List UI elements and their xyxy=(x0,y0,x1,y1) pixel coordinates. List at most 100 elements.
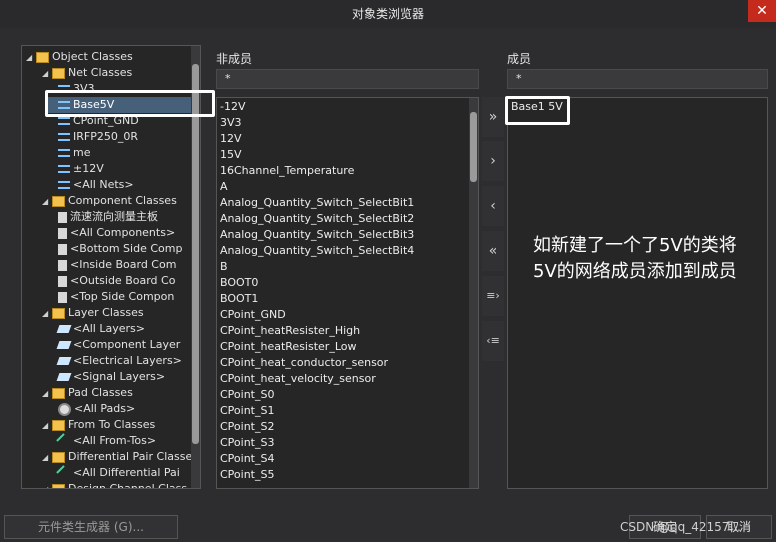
add-button[interactable]: › xyxy=(482,141,504,181)
non-member-item[interactable]: BOOT0 xyxy=(217,275,467,291)
remove-selected-button[interactable]: ‹≡ xyxy=(482,321,504,361)
non-member-item[interactable]: 15V xyxy=(217,147,467,163)
non-member-item[interactable]: Analog_Quantity_Switch_SelectBit4 xyxy=(217,243,467,259)
folder-icon xyxy=(52,387,65,399)
tree-scrollbar-thumb[interactable] xyxy=(192,64,199,444)
tree-item[interactable]: <Signal Layers> xyxy=(56,369,165,385)
folder-icon xyxy=(52,451,65,463)
tree-item[interactable]: ◢ Pad Classes xyxy=(42,385,133,401)
tree-item[interactable]: <All From-Tos> xyxy=(56,433,156,449)
tree-item[interactable]: ◢ From To Classes xyxy=(42,417,155,433)
layer-icon xyxy=(56,325,72,333)
non-member-item[interactable]: CPoint_S5 xyxy=(217,467,467,483)
tree-item[interactable]: ◢ Layer Classes xyxy=(42,305,144,321)
tree-item-label: Design Channel Class xyxy=(68,482,188,489)
expand-arrow-icon[interactable]: ◢ xyxy=(42,450,52,466)
members-list[interactable]: Base1 5V xyxy=(507,97,768,489)
non-members-scrollbar-thumb[interactable] xyxy=(470,112,477,182)
non-member-item[interactable]: Analog_Quantity_Switch_SelectBit1 xyxy=(217,195,467,211)
tree-item[interactable]: <All Pads> xyxy=(58,401,135,417)
non-members-list[interactable]: -12V 3V3 12V 15V 16Channel_Temperature A Analo… xyxy=(216,97,479,489)
non-member-item[interactable]: B xyxy=(217,259,467,275)
tree-item-label: <Bottom Side Comp xyxy=(70,242,183,255)
non-member-item[interactable]: BOOT1 xyxy=(217,291,467,307)
class-generator-button[interactable]: 元件类生成器 (G)... xyxy=(4,515,178,539)
tree-item[interactable]: me xyxy=(58,145,90,161)
tree-item-label: <All Layers> xyxy=(73,322,145,335)
watermark: CSDN @qq_42157... xyxy=(620,520,741,534)
non-member-item[interactable]: CPoint_S1 xyxy=(217,403,467,419)
expand-arrow-icon[interactable]: ◢ xyxy=(42,482,52,488)
tree-item[interactable]: 流速流向测量主板 xyxy=(58,209,158,225)
non-member-item[interactable]: Analog_Quantity_Switch_SelectBit2 xyxy=(217,211,467,227)
tree-item[interactable]: ◢ Net Classes xyxy=(42,65,132,81)
non-members-scrollbar[interactable] xyxy=(469,98,478,488)
non-member-item[interactable]: 3V3 xyxy=(217,115,467,131)
non-member-item[interactable]: Analog_Quantity_Switch_SelectBit3 xyxy=(217,227,467,243)
non-member-item[interactable]: CPoint_S2 xyxy=(217,419,467,435)
members-filter-input[interactable]: * xyxy=(507,69,768,89)
non-member-item[interactable]: -12V xyxy=(217,99,467,115)
tree-item-label: Pad Classes xyxy=(68,386,133,399)
non-member-item[interactable]: CPoint_heatResister_Low xyxy=(217,339,467,355)
non-member-item[interactable]: 16Channel_Temperature xyxy=(217,163,467,179)
tree-item-label: <Top Side Compon xyxy=(70,290,175,303)
tree-item[interactable]: IRFP250_0R xyxy=(58,129,138,145)
tree-item-label: 流速流向测量主板 xyxy=(70,210,158,223)
pad-icon xyxy=(58,402,71,416)
component-icon xyxy=(58,275,67,287)
tree-item[interactable]: <All Components> xyxy=(58,225,175,241)
from-to-icon xyxy=(56,433,72,449)
expand-arrow-icon[interactable]: ◢ xyxy=(42,418,52,434)
non-member-item[interactable]: CPoint_GND xyxy=(217,307,467,323)
non-member-item[interactable]: 12V xyxy=(217,131,467,147)
tree-item[interactable]: <All Differential Pai xyxy=(56,465,180,481)
non-member-item[interactable]: CPoint_S3 xyxy=(217,435,467,451)
expand-arrow-icon[interactable]: ◢ xyxy=(42,306,52,322)
non-members-filter-input[interactable]: * xyxy=(216,69,479,89)
non-member-item[interactable]: A xyxy=(217,179,467,195)
component-icon xyxy=(58,259,67,271)
tree-item[interactable]: <All Nets> xyxy=(58,177,134,193)
window-title: 对象类浏览器 xyxy=(0,0,776,28)
tree-item-label: <Electrical Layers> xyxy=(73,354,182,367)
close-button[interactable]: ✕ xyxy=(748,0,776,22)
tree-item[interactable]: ◢ Object Classes xyxy=(26,49,133,65)
tree-item[interactable]: ±12V xyxy=(58,161,104,177)
annotation-text: 如新建了一个了5V的类将5V的网络成员添加到成员 xyxy=(533,235,737,282)
tree-item[interactable]: ◢ Differential Pair Classe xyxy=(42,449,192,465)
tree-item[interactable]: <Bottom Side Comp xyxy=(58,241,182,257)
tree-item[interactable]: <All Layers> xyxy=(56,321,145,337)
tree-item-label: IRFP250_0R xyxy=(73,130,138,143)
expand-arrow-icon[interactable]: ◢ xyxy=(42,194,52,210)
non-member-item[interactable]: CPoint_heat_velocity_sensor xyxy=(217,371,467,387)
tree-item[interactable]: <Component Layer xyxy=(56,337,181,353)
add-all-button[interactable]: » xyxy=(482,97,504,137)
non-member-item[interactable]: CPoint_S0 xyxy=(217,387,467,403)
tree-item[interactable]: ◢ Design Channel Class xyxy=(42,481,188,489)
tree-item[interactable]: <Outside Board Co xyxy=(58,273,175,289)
expand-arrow-icon[interactable]: ◢ xyxy=(26,50,36,66)
tree-item-label: <All Components> xyxy=(70,226,176,239)
tree-item-label: <All Nets> xyxy=(73,178,134,191)
net-class-icon xyxy=(58,181,70,189)
tree-item[interactable]: <Inside Board Com xyxy=(58,257,176,273)
layer-icon xyxy=(56,341,72,349)
non-member-item[interactable]: CPoint_heat_conductor_sensor xyxy=(217,355,467,371)
non-member-item[interactable]: CPoint_heatResister_High xyxy=(217,323,467,339)
tree-item[interactable]: <Electrical Layers> xyxy=(56,353,182,369)
tree-item-label: From To Classes xyxy=(68,418,156,431)
tree-item-label: Differential Pair Classe xyxy=(68,450,193,463)
tree-item-label: <Component Layer xyxy=(73,338,181,351)
expand-arrow-icon[interactable]: ◢ xyxy=(42,386,52,402)
tree-item[interactable]: <Top Side Compon xyxy=(58,289,174,305)
add-selected-button[interactable]: ≡› xyxy=(482,276,504,316)
remove-all-button[interactable]: « xyxy=(482,231,504,271)
net-class-icon xyxy=(58,117,70,125)
remove-button[interactable]: ‹ xyxy=(482,186,504,226)
tree-item[interactable]: ◢ Component Classes xyxy=(42,193,177,209)
non-member-item[interactable]: CPoint_S4 xyxy=(217,451,467,467)
tree-item-label: Layer Classes xyxy=(68,306,144,319)
tree-item-label: me xyxy=(73,146,91,159)
expand-arrow-icon[interactable]: ◢ xyxy=(42,66,52,82)
